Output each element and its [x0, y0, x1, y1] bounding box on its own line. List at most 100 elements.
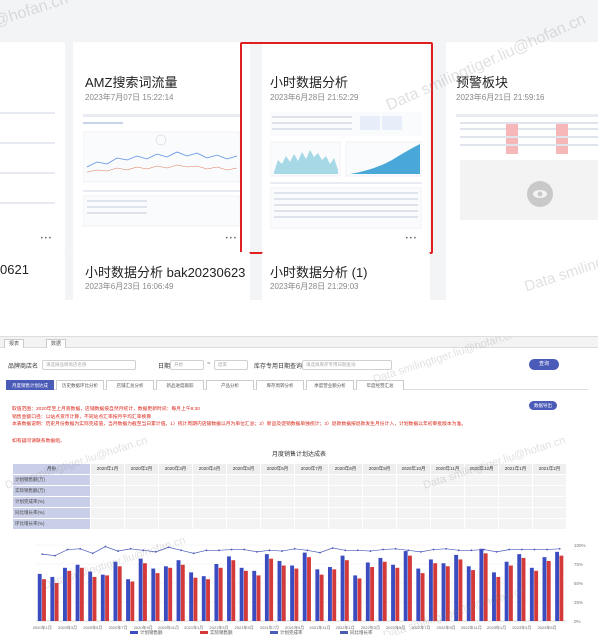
tab-quarterly[interactable]: 季度营业额分析 — [306, 380, 354, 390]
chart-bar — [227, 556, 231, 621]
chart-bar — [344, 560, 349, 621]
chart-bar — [521, 557, 526, 621]
chart-line-point — [319, 551, 321, 554]
chart-y2-tick-label: 50% — [574, 581, 583, 586]
report-note: 销售金额口径：以站点货币计算，不同站点汇率按月平均汇率换算 — [12, 415, 152, 420]
chart-bar — [496, 576, 501, 621]
chart-bar — [155, 573, 160, 621]
table-cell — [192, 485, 227, 497]
chart-line-point — [356, 549, 359, 552]
browser-tab[interactable]: 报表 — [4, 339, 25, 348]
dashboard-card-partial-left[interactable]: ••• — [0, 42, 65, 254]
table-column-header: 2020年10月 — [396, 463, 431, 475]
chart-line-point — [243, 548, 246, 551]
table-cell — [124, 485, 159, 497]
table-cell — [90, 485, 125, 497]
table-cell — [158, 485, 193, 497]
chart-bar — [252, 570, 257, 621]
table-cell — [328, 496, 363, 508]
chart-legend-swatch — [130, 631, 138, 634]
export-button[interactable]: 数据导出 — [529, 401, 557, 410]
table-cell — [430, 485, 465, 497]
thumbnail-chart — [83, 114, 240, 227]
card-title: 小时数据分析 (1) — [270, 265, 368, 280]
table-cell — [294, 518, 329, 530]
dashboard-card-hourly-copy[interactable]: 小时数据分析 (1) 2023年6月28日 21:29:03 — [262, 252, 430, 300]
tab-store-summary[interactable]: 店铺汇总分析 — [106, 380, 154, 390]
chart-line-point — [293, 547, 296, 550]
dashboard-card-hourly-bak[interactable]: 小时数据分析 bak20230623 2023年6月23日 16:06:49 — [73, 252, 250, 300]
card-title: 小时数据分析 bak20230623 — [85, 265, 246, 280]
dashboard-card-hourly[interactable]: 小时数据分析 2023年6月28日 21:52:29 ••• — [262, 42, 430, 254]
chart-bar — [143, 563, 147, 621]
tab-monthly-plan[interactable]: 月度销售计划达成 — [6, 380, 54, 390]
table-row-header: 环比增长率(%) — [12, 518, 91, 530]
chart-bar — [117, 566, 122, 621]
tab-product-analysis[interactable]: 产品分析 — [206, 380, 254, 390]
chart-bar — [151, 568, 156, 621]
tab-history-compare[interactable]: 历史数据环比分析 — [56, 380, 104, 390]
chart-y2-tick-label: 25% — [574, 600, 583, 605]
chart-x-tick-label: 2022年11月 — [461, 624, 482, 630]
table-cell — [90, 474, 125, 486]
tab-annual[interactable]: 年度经营汇总 — [356, 380, 404, 390]
more-icon[interactable]: ••• — [41, 236, 53, 242]
chart-line-point — [457, 549, 460, 552]
table-column-header: 2020年2月 — [124, 463, 159, 475]
dashboard-card-empty[interactable] — [446, 252, 598, 300]
table-cell — [226, 474, 261, 486]
chart-x-tick-label: 2023年5月 — [538, 624, 557, 630]
tab-inventory[interactable]: 库存周转分析 — [256, 380, 304, 390]
chart-line-point — [91, 552, 94, 555]
tab-new-product[interactable]: 新品进度跟踪 — [156, 380, 204, 390]
more-icon[interactable]: ••• — [406, 236, 418, 242]
table-column-header: 2020年8月 — [328, 463, 363, 475]
date-start-input[interactable]: 开始 — [170, 360, 204, 370]
chart-bar — [67, 570, 72, 621]
table-column-header: 2020年12月 — [464, 463, 499, 475]
chart-bar — [328, 567, 332, 621]
chart-bar — [63, 567, 67, 621]
card-title: 0621 — [0, 262, 29, 277]
chart-bar — [391, 564, 395, 621]
chart-bar — [37, 573, 42, 621]
chart-bar — [408, 555, 412, 621]
dashboard-card-0621[interactable]: 0621 — [0, 252, 65, 300]
stock-date-input[interactable]: 请选择库存专用日期查询 — [302, 360, 392, 370]
chart-bar — [529, 567, 534, 621]
store-select[interactable]: 请选择品牌商店名称 — [42, 360, 136, 370]
card-title: 小时数据分析 — [270, 75, 349, 90]
dashboard-card-amz[interactable]: AMZ搜索词流量 2023年7月07日 15:22:14 ••• — [73, 42, 250, 254]
chart-bar — [340, 555, 345, 621]
thumbnail-chart — [270, 112, 422, 229]
chart-bar — [357, 578, 362, 621]
browser-tab[interactable]: 数据 — [46, 339, 67, 348]
card-thumbnail — [83, 112, 240, 232]
more-icon[interactable]: ••• — [226, 236, 238, 242]
table-row-header: 实际销售额(万) — [12, 485, 91, 497]
table-corner-header: 月份 — [12, 463, 91, 475]
date-range-separator: ~ — [207, 361, 211, 367]
chart-y2-tick-label: 0% — [574, 619, 581, 624]
table-cell — [124, 518, 159, 530]
table-cell — [464, 518, 499, 530]
chart-line-point — [129, 547, 132, 550]
chart-bar — [504, 561, 509, 621]
dashboard-gallery: ••• AMZ搜索词流量 2023年7月07日 15:22:14 ••• 小时数… — [0, 0, 598, 300]
table-cell — [532, 507, 567, 519]
chart-bar — [201, 576, 206, 621]
chart-x-tick-label: 2022年7月 — [411, 624, 430, 630]
chart-line-point — [306, 549, 309, 552]
chart-bar — [441, 563, 446, 621]
date-end-input[interactable]: 结束 — [214, 360, 248, 370]
chart-bar — [269, 558, 274, 621]
chart-bar — [79, 567, 84, 621]
dashboard-card-alert[interactable]: 预警板块 2023年6月21日 21:59:16 — [446, 42, 598, 254]
table-cell — [90, 518, 125, 530]
table-cell — [226, 485, 261, 497]
query-button[interactable]: 查询 — [529, 359, 559, 370]
table-column-header: 2020年6月 — [260, 463, 295, 475]
chart-bar — [180, 564, 185, 621]
chart-bar — [88, 571, 93, 621]
table-cell — [498, 485, 533, 497]
